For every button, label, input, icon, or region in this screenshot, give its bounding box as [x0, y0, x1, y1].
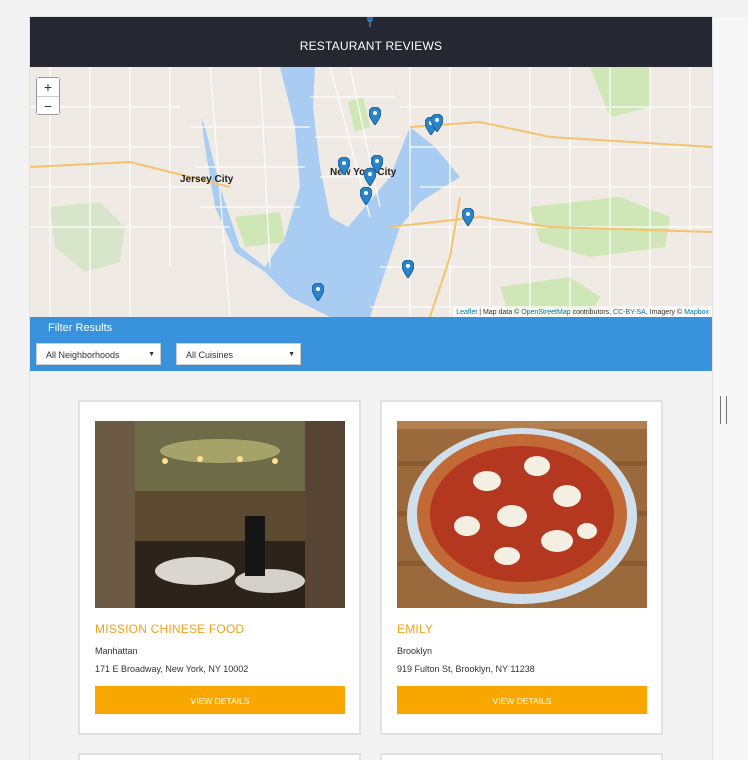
neighborhood-select[interactable]: All Neighborhoods ▼	[36, 343, 161, 365]
osm-link[interactable]: OpenStreetMap	[521, 309, 570, 316]
attribution-text: | Map data ©	[477, 309, 522, 316]
filter-label: Filter Results	[48, 322, 113, 334]
map-marker[interactable]	[364, 168, 376, 186]
app-container: RESTAURANT REVIEWS + − Jersey City New Y…	[30, 17, 712, 760]
map-zoom-control: + −	[36, 77, 60, 115]
map-marker[interactable]	[369, 107, 381, 125]
scrollbar-handle[interactable]	[720, 396, 727, 424]
leaflet-link[interactable]: Leaflet	[456, 309, 477, 316]
restaurant-neighborhood: Manhattan	[95, 646, 138, 656]
license-link[interactable]: CC-BY-SA	[613, 309, 646, 316]
map-attribution: Leaflet | Map data © OpenStreetMap contr…	[453, 308, 712, 317]
restaurant-name: MISSION CHINESE FOOD	[95, 622, 245, 636]
restaurant-card: MISSION CHINESE FOOD Manhattan 171 E Bro…	[78, 400, 361, 735]
view-details-button[interactable]: VIEW DETAILS	[397, 686, 647, 714]
restaurant-photo	[397, 421, 647, 608]
restaurant-address: 171 E Broadway, New York, NY 10002	[95, 664, 249, 674]
view-details-button[interactable]: VIEW DETAILS	[95, 686, 345, 714]
zoom-out-button[interactable]: −	[37, 96, 59, 114]
mapbox-link[interactable]: Mapbox	[684, 309, 709, 316]
restaurant-name: EMILY	[397, 622, 434, 636]
map-marker[interactable]	[312, 283, 324, 301]
map-marker[interactable]	[338, 157, 350, 175]
restaurant-map[interactable]: + − Jersey City New York City Leaflet | …	[30, 67, 712, 317]
restaurant-photo	[95, 421, 345, 608]
dropdown-arrow-icon: ▼	[148, 351, 155, 358]
page-gutter	[712, 17, 748, 760]
filter-panel: Filter Results All Neighborhoods ▼ All C…	[30, 317, 712, 371]
neighborhood-select-value: All Neighborhoods	[46, 350, 120, 360]
restaurant-card	[78, 753, 361, 760]
attribution-text: contributors,	[570, 309, 614, 316]
map-marker[interactable]	[360, 187, 372, 205]
restaurant-neighborhood: Brooklyn	[397, 646, 433, 656]
map-marker[interactable]	[462, 208, 474, 226]
restaurant-address: 919 Fulton St, Brooklyn, NY 11238	[397, 664, 535, 674]
fork-knife-icon	[30, 17, 712, 29]
attribution-text: , Imagery ©	[645, 309, 685, 316]
dropdown-arrow-icon: ▼	[288, 351, 295, 358]
site-header: RESTAURANT REVIEWS	[30, 17, 712, 67]
map-label-jersey-city: Jersey City	[180, 174, 234, 185]
cuisine-select-value: All Cuisines	[186, 350, 234, 360]
map-marker[interactable]	[431, 114, 443, 132]
cuisine-select[interactable]: All Cuisines ▼	[176, 343, 301, 365]
restaurant-card	[380, 753, 663, 760]
map-marker[interactable]	[402, 260, 414, 278]
restaurant-card: EMILY Brooklyn 919 Fulton St, Brooklyn, …	[380, 400, 663, 735]
zoom-in-button[interactable]: +	[37, 78, 59, 96]
page-title: RESTAURANT REVIEWS	[299, 39, 443, 53]
